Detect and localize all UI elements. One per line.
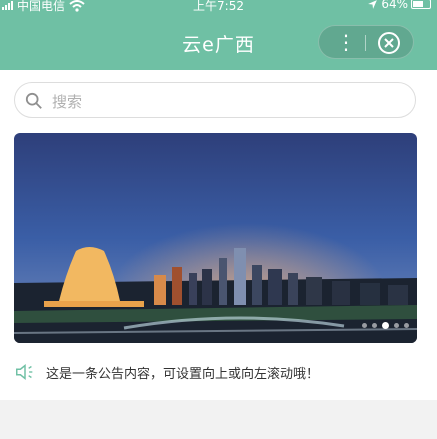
carousel-dot[interactable] [372,323,377,328]
carousel-dot[interactable] [394,323,399,328]
search-icon [25,92,42,109]
close-circle-icon[interactable] [377,31,401,55]
carousel-dot[interactable] [362,323,367,328]
bottom-area [0,400,437,439]
banner-image [14,133,417,343]
more-dots-icon[interactable]: ⋮ [333,30,359,54]
carousel-dot[interactable] [404,323,409,328]
search-placeholder: 搜索 [52,93,83,111]
top-bar: 中国电信 上午7:52 64% 云e广西 ⋮ [0,0,437,70]
location-arrow-icon [368,0,378,9]
carousel-indicators [362,322,409,329]
banner-carousel[interactable] [14,133,417,343]
miniprogram-capsule: ⋮ [318,25,414,59]
notice-text: 这是一条公告内容，可设置向上或向左滚动哦！ [46,366,320,382]
status-bar: 中国电信 上午7:52 64% [0,0,437,13]
capsule-divider [365,35,366,51]
battery-percent: 64% [381,0,408,11]
carousel-dot-active[interactable] [382,322,389,329]
search-box[interactable]: 搜索 [14,82,416,118]
battery-icon [411,0,431,9]
speaker-icon [16,364,33,380]
notice-bar[interactable]: 这是一条公告内容，可设置向上或向左滚动哦！ [14,360,319,384]
status-right: 64% [367,0,431,11]
